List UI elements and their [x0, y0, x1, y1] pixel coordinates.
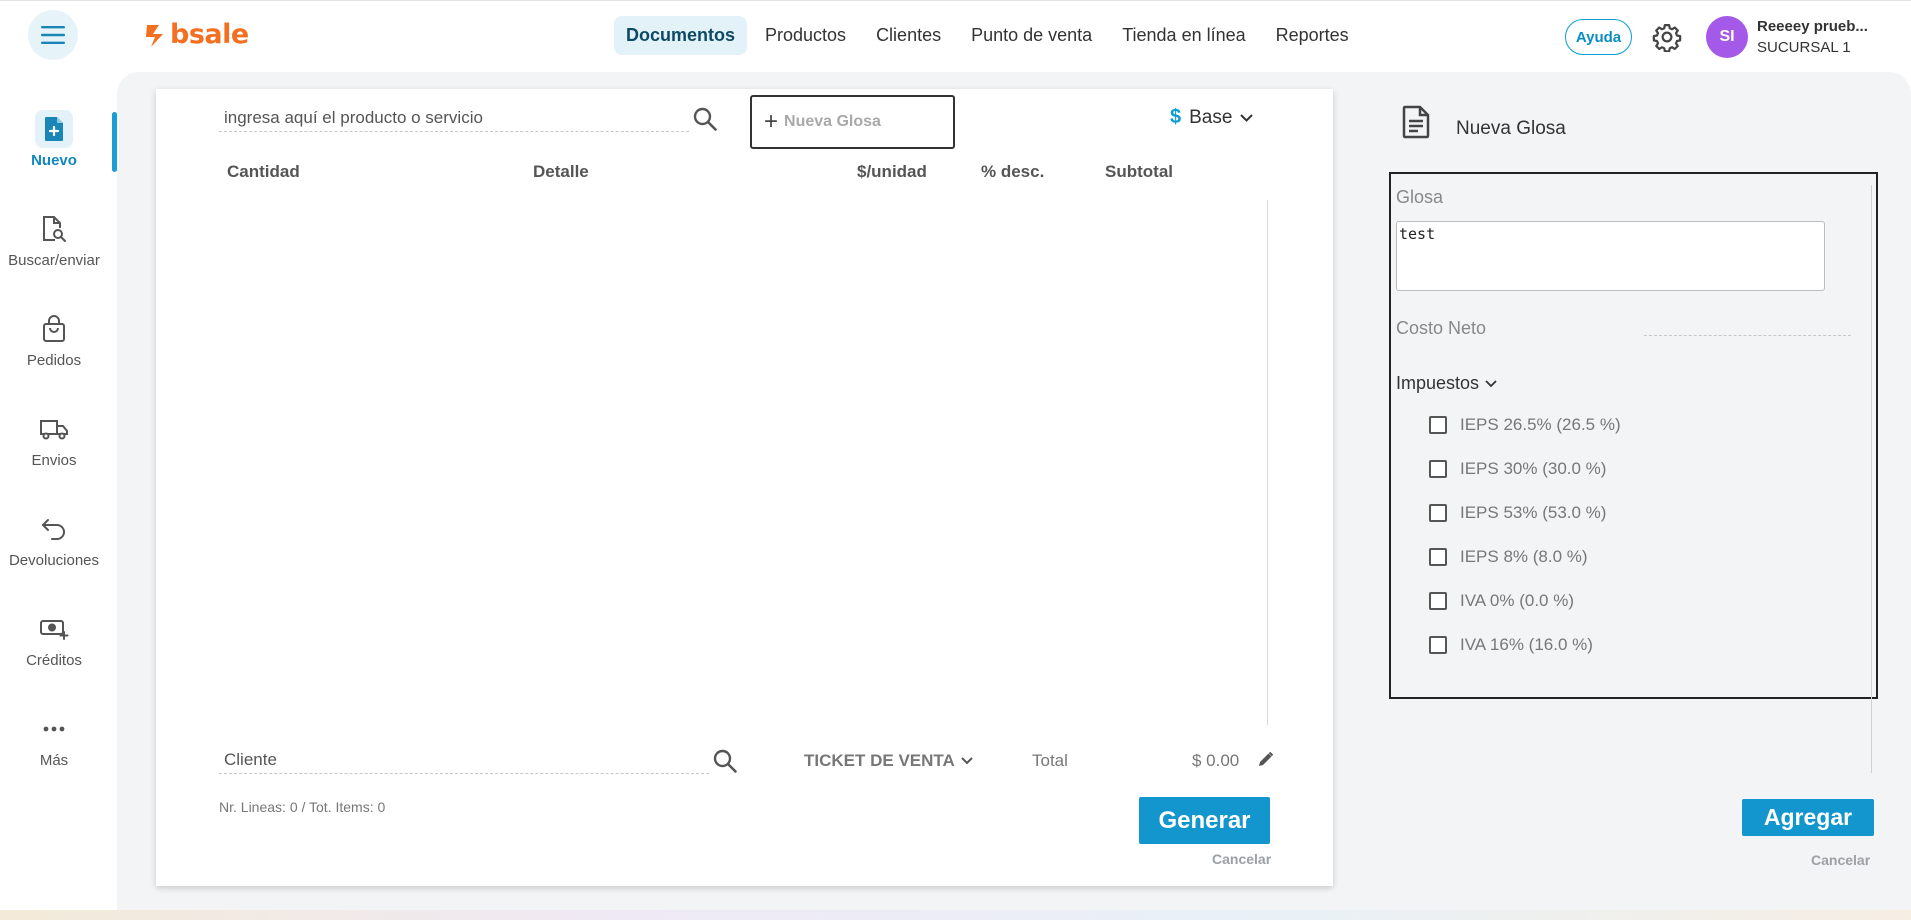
- nueva-glosa-label: Nueva Glosa: [784, 113, 881, 130]
- lines-scrollbar[interactable]: [1267, 200, 1268, 725]
- impuestos-label: Impuestos: [1396, 373, 1480, 393]
- sidebar-item-label: Devoluciones: [8, 552, 100, 569]
- cancel-document-link[interactable]: Cancelar: [1212, 851, 1271, 867]
- costo-neto-input[interactable]: [1644, 316, 1851, 336]
- sidebar-item-label: Buscar/enviar: [8, 252, 100, 269]
- column-header-unit-price: $/unidad: [857, 162, 927, 181]
- hamburger-menu-button[interactable]: [28, 10, 78, 60]
- tax-option-iva-0[interactable]: IVA 0% (0.0 %): [1429, 591, 1574, 611]
- tax-label: IEPS 53% (53.0 %): [1460, 503, 1607, 522]
- return-arrow-icon: [35, 510, 73, 548]
- glosa-panel-title: Nueva Glosa: [1456, 118, 1566, 139]
- agregar-button[interactable]: Agregar: [1742, 799, 1874, 836]
- sidebar-item-label: Más: [39, 752, 69, 769]
- document-type-selector[interactable]: TICKET DE VENTA: [804, 751, 973, 771]
- document-search-icon: [35, 210, 73, 248]
- currency-selector[interactable]: $ Base: [1170, 106, 1254, 129]
- help-button[interactable]: Ayuda: [1565, 19, 1632, 55]
- nav-tienda-en-linea[interactable]: Tienda en línea: [1110, 16, 1257, 55]
- glosa-panel-scrollbar[interactable]: [1871, 185, 1872, 773]
- more-dots-icon: [35, 710, 73, 748]
- tax-checkbox[interactable]: [1429, 636, 1447, 654]
- sidebar-item-pedidos[interactable]: Pedidos: [0, 310, 108, 369]
- sidebar-item-nuevo[interactable]: Nuevo: [0, 110, 108, 169]
- shopping-bag-icon: [35, 310, 73, 348]
- sidebar-item-label: Créditos: [26, 652, 82, 669]
- tax-label: IEPS 30% (30.0 %): [1460, 459, 1607, 478]
- client-search-icon[interactable]: [712, 748, 738, 774]
- nueva-glosa-button[interactable]: + Nueva Glosa: [750, 95, 955, 149]
- logo-text: bsale: [170, 19, 249, 50]
- client-search: [219, 746, 709, 774]
- main-navigation: Documentos Productos Clientes Punto de v…: [614, 16, 1361, 55]
- chevron-down-icon: [1485, 379, 1497, 387]
- sidebar-item-buscar-enviar[interactable]: Buscar/enviar: [0, 210, 108, 269]
- total-label: Total: [1032, 751, 1068, 770]
- product-search: [219, 104, 689, 132]
- tax-checkbox[interactable]: [1429, 460, 1447, 478]
- logo-mark-icon: [146, 24, 163, 47]
- sidebar-item-label: Nuevo: [31, 152, 77, 169]
- hamburger-icon: [41, 26, 65, 44]
- cancel-glosa-link[interactable]: Cancelar: [1811, 852, 1870, 868]
- tax-checkbox[interactable]: [1429, 592, 1447, 610]
- new-document-icon: [35, 110, 73, 148]
- tax-option-ieps-26-5[interactable]: IEPS 26.5% (26.5 %): [1429, 415, 1621, 435]
- client-input[interactable]: [219, 749, 709, 770]
- product-search-input[interactable]: [219, 107, 689, 128]
- nav-punto-de-venta[interactable]: Punto de venta: [959, 16, 1104, 55]
- document-icon: [1402, 105, 1430, 139]
- bottom-strip: [0, 910, 1911, 920]
- sidebar-item-mas[interactable]: Más: [0, 710, 108, 769]
- edit-pencil-icon[interactable]: [1257, 751, 1274, 768]
- nav-productos[interactable]: Productos: [753, 16, 858, 55]
- tax-checkbox[interactable]: [1429, 548, 1447, 566]
- user-branch: SUCURSAL 1: [1757, 39, 1851, 56]
- top-bar: bsale Documentos Productos Clientes Punt…: [0, 0, 1911, 72]
- sidebar-item-envios[interactable]: Envios: [0, 410, 108, 469]
- costo-neto-label: Costo Neto: [1396, 318, 1487, 338]
- column-header-discount: % desc.: [981, 162, 1045, 181]
- chevron-down-icon: [1240, 113, 1254, 122]
- document-type-label: TICKET DE VENTA: [804, 751, 955, 770]
- left-sidebar: Nuevo Buscar/enviar Pedidos Envios Devol…: [0, 72, 117, 920]
- tax-option-iva-16[interactable]: IVA 16% (16.0 %): [1429, 635, 1593, 655]
- truck-icon: [35, 410, 73, 448]
- money-plus-icon: [35, 610, 73, 648]
- user-avatar[interactable]: SI: [1706, 16, 1748, 58]
- tax-label: IVA 0% (0.0 %): [1460, 591, 1575, 610]
- generar-button[interactable]: Generar: [1139, 797, 1270, 844]
- glosa-label: Glosa: [1396, 187, 1444, 207]
- chevron-down-icon: [961, 757, 973, 765]
- bsale-logo[interactable]: bsale: [144, 19, 249, 50]
- total-value: $ 0.00: [1192, 751, 1240, 770]
- user-name[interactable]: Reeeey prueb...: [1757, 18, 1907, 35]
- nav-documentos[interactable]: Documentos: [614, 16, 748, 55]
- glosa-textarea[interactable]: test: [1396, 221, 1825, 291]
- currency-label: Base: [1189, 106, 1233, 128]
- currency-symbol: $: [1170, 106, 1182, 128]
- tax-checkbox[interactable]: [1429, 416, 1447, 434]
- sidebar-item-label: Envios: [31, 452, 77, 469]
- nav-clientes[interactable]: Clientes: [864, 16, 953, 55]
- nav-reportes[interactable]: Reportes: [1264, 16, 1361, 55]
- tax-option-ieps-30[interactable]: IEPS 30% (30.0 %): [1429, 459, 1606, 479]
- plus-icon: +: [764, 108, 779, 135]
- tax-option-ieps-53[interactable]: IEPS 53% (53.0 %): [1429, 503, 1606, 523]
- sidebar-item-creditos[interactable]: Créditos: [0, 610, 108, 669]
- settings-gear-icon[interactable]: [1652, 22, 1682, 52]
- sidebar-item-label: Pedidos: [26, 352, 82, 369]
- impuestos-toggle[interactable]: Impuestos: [1396, 373, 1497, 394]
- sidebar-item-devoluciones[interactable]: Devoluciones: [0, 510, 108, 569]
- column-header-detalle: Detalle: [533, 162, 589, 181]
- tax-label: IEPS 8% (8.0 %): [1460, 547, 1588, 566]
- lines-summary: Nr. Lineas: 0 / Tot. Items: 0: [219, 799, 386, 815]
- column-header-cantidad: Cantidad: [227, 162, 300, 181]
- tax-option-ieps-8[interactable]: IEPS 8% (8.0 %): [1429, 547, 1588, 567]
- column-header-subtotal: Subtotal: [1105, 162, 1173, 181]
- tax-label: IEPS 26.5% (26.5 %): [1460, 415, 1621, 434]
- tax-label: IVA 16% (16.0 %): [1460, 635, 1593, 654]
- product-search-icon[interactable]: [692, 106, 718, 132]
- tax-checkbox[interactable]: [1429, 504, 1447, 522]
